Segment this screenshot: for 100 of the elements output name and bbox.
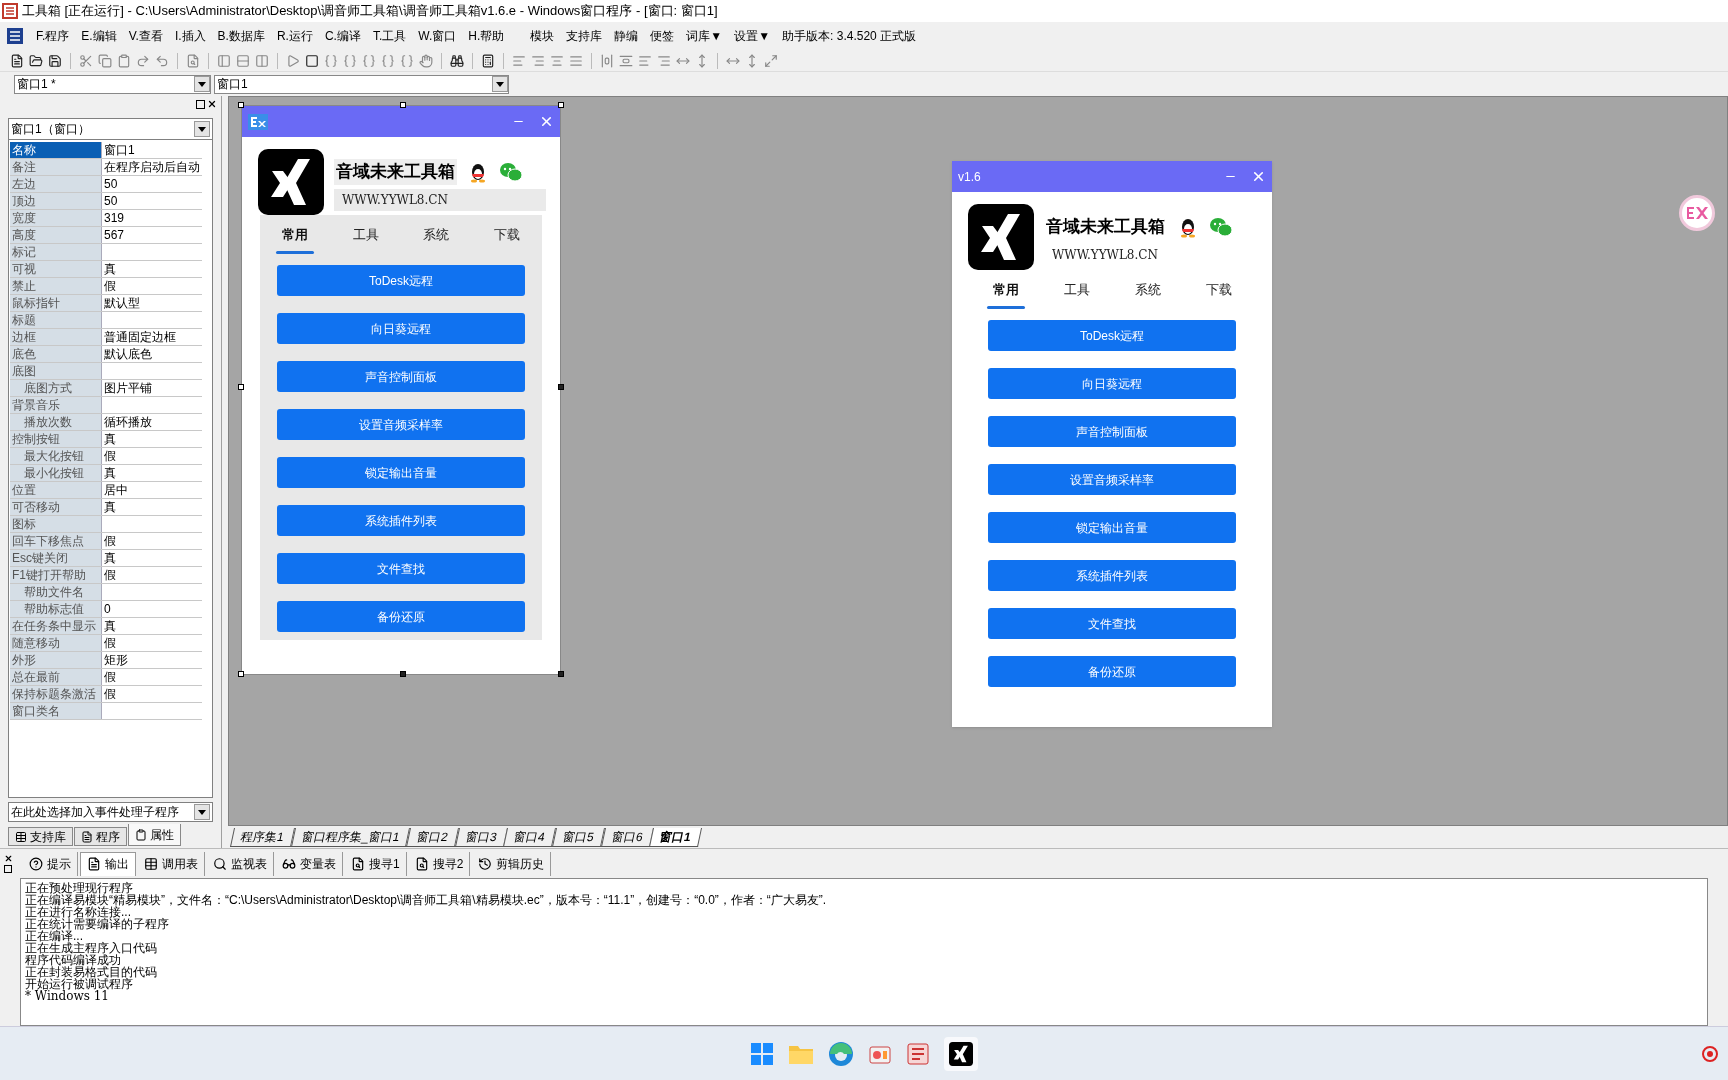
object-combo[interactable]: 窗口1 *: [14, 74, 211, 94]
output-tab[interactable]: 输出: [80, 851, 136, 876]
menu-logo-icon[interactable]: [6, 27, 24, 45]
property-name[interactable]: 标题: [10, 312, 102, 328]
app-button[interactable]: 系统插件列表: [988, 560, 1236, 591]
windows-start-icon[interactable]: [750, 1041, 774, 1066]
menu-item[interactable]: V.查看: [128, 27, 163, 45]
resize-handle[interactable]: [558, 102, 564, 108]
app-button[interactable]: 备份还原: [988, 656, 1236, 687]
menu-item[interactable]: 便签: [650, 27, 675, 45]
toolbar-icon[interactable]: [48, 53, 62, 68]
property-name[interactable]: 底色: [10, 346, 102, 362]
app-button[interactable]: 系统插件列表: [277, 505, 525, 536]
app-button[interactable]: 向日葵远程: [988, 368, 1236, 399]
property-name[interactable]: 高度: [10, 227, 102, 243]
property-name[interactable]: 最小化按钮: [10, 465, 102, 481]
menu-item[interactable]: 设置▼: [734, 27, 771, 45]
app-button[interactable]: 文件查找: [277, 553, 525, 584]
property-name[interactable]: 鼠标指针: [10, 295, 102, 311]
object-combo[interactable]: 窗口1: [214, 74, 509, 94]
designer-tab[interactable]: 程序集1: [230, 827, 295, 847]
property-name[interactable]: 边框: [10, 329, 102, 345]
property-name[interactable]: 控制按钮: [10, 431, 102, 447]
record-icon[interactable]: [1702, 1045, 1718, 1062]
property-name[interactable]: 顶边: [10, 193, 102, 209]
property-name[interactable]: 图标: [10, 516, 102, 532]
menu-item[interactable]: W.窗口: [418, 27, 457, 45]
designer-tab[interactable]: 窗口3: [454, 827, 508, 847]
restore-icon[interactable]: [4, 865, 12, 873]
designer-tab[interactable]: 窗口2: [406, 827, 459, 847]
app-button[interactable]: 文件查找: [988, 608, 1236, 639]
chat-bubbles-icon[interactable]: [1209, 215, 1233, 238]
menu-item[interactable]: I.插入: [174, 27, 206, 45]
panel-tab[interactable]: 支持库: [8, 827, 73, 846]
menu-item[interactable]: T.工具: [372, 27, 407, 45]
tab[interactable]: 下载: [486, 225, 527, 255]
menu-item[interactable]: C.编译: [324, 27, 361, 45]
menu-item[interactable]: 词库▼: [686, 27, 723, 45]
app-button[interactable]: 设置音频采样率: [988, 464, 1236, 495]
property-name[interactable]: 保持标题条激活: [10, 686, 102, 702]
menu-item[interactable]: F.程序: [36, 27, 70, 45]
property-name[interactable]: 底图: [10, 363, 102, 379]
menu-item[interactable]: E.编辑: [81, 27, 117, 45]
toolbar-icon[interactable]: [29, 53, 43, 68]
ex-badge-icon[interactable]: [1679, 195, 1715, 231]
resize-handle[interactable]: [400, 671, 406, 677]
property-name[interactable]: 位置: [10, 482, 102, 498]
property-name[interactable]: 禁止: [10, 278, 102, 294]
resize-handle[interactable]: [558, 671, 564, 677]
output-tab[interactable]: 搜寻1: [345, 851, 407, 876]
panel-tab[interactable]: 属性: [128, 824, 181, 846]
property-name[interactable]: 备注: [10, 159, 102, 175]
menu-item[interactable]: B.数据库: [217, 27, 265, 45]
property-name[interactable]: 标记: [10, 244, 102, 260]
property-name[interactable]: 外形: [10, 652, 102, 668]
tab[interactable]: 工具: [345, 225, 386, 255]
property-name[interactable]: 帮助标志值: [10, 601, 102, 617]
property-name[interactable]: F1键打开帮助: [10, 567, 102, 583]
browser-icon[interactable]: [828, 1040, 854, 1067]
tab[interactable]: 系统: [416, 225, 457, 255]
output-tab[interactable]: 变量表: [276, 851, 343, 876]
property-name[interactable]: 可否移动: [10, 499, 102, 515]
object-selector[interactable]: 窗口1（窗口）: [9, 119, 212, 140]
property-name[interactable]: 左边: [10, 176, 102, 192]
menu-item[interactable]: R.运行: [276, 27, 313, 45]
resize-handle[interactable]: [400, 102, 406, 108]
menu-item[interactable]: H.帮助: [468, 27, 505, 45]
tab[interactable]: 工具: [1056, 280, 1097, 310]
active-app-icon[interactable]: [944, 1036, 978, 1071]
designer-tab[interactable]: 窗口5: [552, 827, 605, 847]
close-icon[interactable]: [4, 854, 13, 863]
menu-item[interactable]: 支持库: [566, 27, 603, 45]
property-name[interactable]: 最大化按钮: [10, 448, 102, 464]
property-name[interactable]: 名称: [10, 142, 102, 158]
menu-item[interactable]: 模块: [530, 27, 555, 45]
app-icon[interactable]: [906, 1041, 930, 1066]
toolbar-icon[interactable]: [450, 53, 464, 68]
output-tab[interactable]: 提示: [23, 851, 78, 876]
property-name[interactable]: 回车下移焦点: [10, 533, 102, 549]
app-button[interactable]: ToDesk远程: [988, 320, 1236, 351]
app-button[interactable]: 声音控制面板: [277, 361, 525, 392]
designer-tab[interactable]: 窗口4: [503, 827, 557, 847]
close-icon[interactable]: [207, 99, 217, 109]
app-button[interactable]: 备份还原: [277, 601, 525, 632]
toolbar-icon[interactable]: [481, 53, 495, 68]
property-name[interactable]: 底图方式: [10, 380, 102, 396]
resize-handle[interactable]: [238, 102, 244, 108]
resize-handle[interactable]: [238, 671, 244, 677]
toolbar-icon[interactable]: [10, 53, 24, 68]
tab[interactable]: 系统: [1127, 280, 1168, 310]
output-tab[interactable]: 剪辑历史: [472, 851, 552, 876]
property-name[interactable]: 窗口类名: [10, 703, 102, 719]
property-name[interactable]: 宽度: [10, 210, 102, 226]
tab[interactable]: 常用: [985, 280, 1026, 310]
app-button[interactable]: 锁定输出音量: [988, 512, 1236, 543]
resize-handle[interactable]: [238, 384, 244, 390]
property-name[interactable]: 背景音乐: [10, 397, 102, 413]
output-tab[interactable]: 调用表: [138, 851, 205, 876]
app-button[interactable]: ToDesk远程: [277, 265, 525, 296]
output-tab[interactable]: 搜寻2: [408, 851, 471, 876]
